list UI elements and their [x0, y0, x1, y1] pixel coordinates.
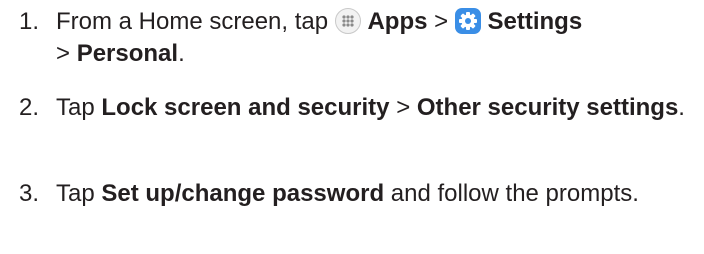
lock-screen-label: Lock screen and security [101, 94, 390, 121]
period: . [178, 40, 185, 67]
step-text-a: Tap [56, 94, 95, 121]
separator: > [396, 94, 411, 121]
apps-label: Apps [367, 8, 428, 35]
step-text-a: From a Home screen, tap [56, 8, 329, 35]
settings-gear-icon [454, 8, 481, 34]
separator: > [434, 8, 449, 35]
step-text: From a Home screen, tap Apps > Settings … [56, 6, 696, 70]
set-up-password-label: Set up/change password [101, 180, 385, 207]
settings-label: Settings [487, 8, 583, 35]
step-text: Tap Lock screen and security > Other sec… [56, 92, 696, 124]
step-text-b: and follow the prompts. [390, 180, 639, 207]
other-security-settings-label: Other security settings [416, 94, 679, 121]
period: . [678, 94, 685, 121]
step-number: 2. [19, 94, 40, 121]
step-number: 1. [19, 8, 40, 35]
personal-label: Personal [76, 40, 179, 67]
step-number: 3. [19, 180, 40, 207]
step-text: Tap Set up/change password and follow th… [56, 178, 696, 210]
apps-grid-icon [334, 8, 361, 34]
separator: > [56, 40, 71, 67]
step-text-a: Tap [56, 180, 95, 207]
